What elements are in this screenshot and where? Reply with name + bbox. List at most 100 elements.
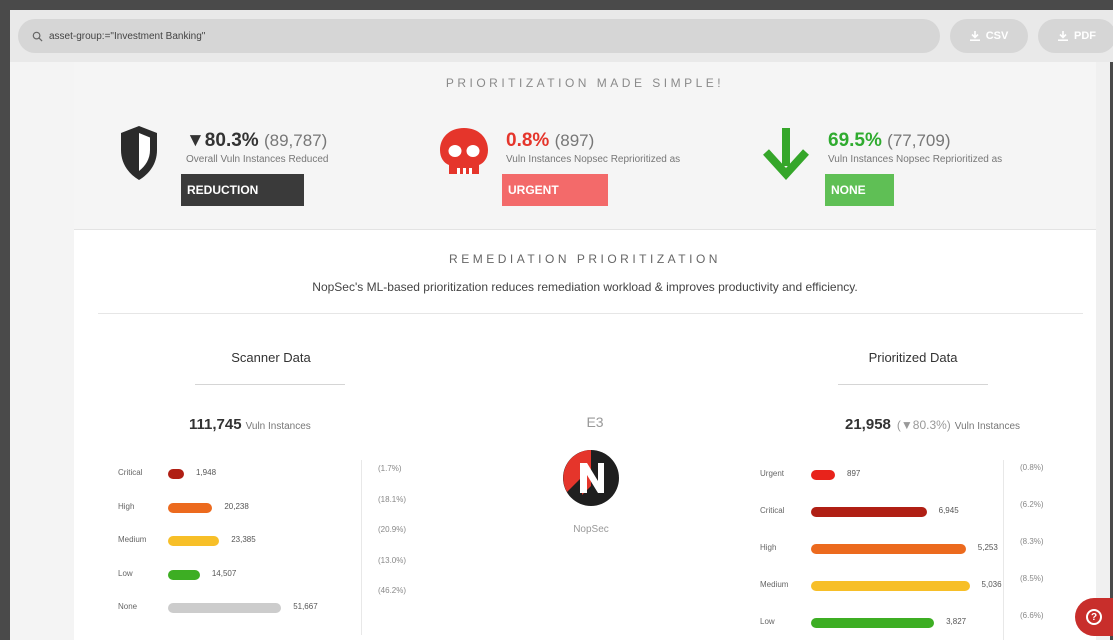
scanner-bar-none [168,603,282,613]
prioritized-bar-high [811,544,966,554]
prioritized-row-value: 5,253 [977,543,998,552]
prioritized-row-medium: Medium 5,036 [760,579,1002,593]
prioritization-title: PRIORITIZATION MADE SIMPLE! [445,76,725,90]
pdf-download-button[interactable]: PDF [1038,19,1113,53]
help-button[interactable]: ? [1075,598,1113,636]
prioritized-row-value: 6,945 [938,506,959,515]
scanner-row-low: Low 14,507 [118,568,358,582]
skull-icon [440,128,488,174]
prioritized-row-pct: (0.8%) [1020,463,1044,472]
urgent-value: 0.8% (897) [506,130,594,152]
scanner-row-none: None 51,667 [118,601,358,615]
reduction-value: ▼80.3% (89,787) [186,130,327,152]
none-desc: Vuln Instances Nopsec Reprioritized as [828,154,1003,165]
nopsec-label: NopSec [573,524,609,535]
scanner-total-unit: Vuln Instances [245,421,311,432]
remediation-subtitle: NopSec's ML-based prioritization reduces… [312,280,858,294]
prioritized-title: Prioritized Data [868,350,958,365]
reduction-pct: ▼80.3% [186,130,259,151]
scanner-title: Scanner Data [231,350,311,365]
reduction-count: (89,787) [263,131,328,150]
scanner-row-medium: Medium 23,385 [118,534,358,548]
scanner-row-value: 1,948 [196,468,217,477]
prioritization-summary: PRIORITIZATION MADE SIMPLE! ▼80.3% (89,7… [74,62,1096,230]
scanner-row-pct: (18.1%) [378,494,407,504]
prioritized-row-pct: (8.3%) [1020,537,1044,546]
prioritized-row-value: 897 [847,469,861,478]
scanner-row-pct: (1.7%) [378,464,402,473]
prioritized-row-high: High 5,253 [760,542,1000,556]
prioritized-total-value: 21,958 [845,416,891,433]
urgent-pct: 0.8% [506,130,550,151]
prioritized-bar-medium [811,581,970,591]
e3-label: E3 [586,414,604,430]
scanner-row-pct: (13.0%) [378,555,407,565]
prioritized-row-label: High [760,543,777,552]
prioritized-title-underline [838,384,988,385]
search-input[interactable]: asset-group:="Investment Banking" [18,19,940,53]
reduction-desc: Overall Vuln Instances Reduced [186,154,329,165]
prioritized-pct-column: (0.8%) (6.2%) (8.3%) (8.5%) (6.6%) [1003,460,1083,640]
report-panel: PRIORITIZATION MADE SIMPLE! ▼80.3% (89,7… [10,62,1110,640]
scanner-row-label: High [118,501,135,511]
question-icon: ? [1086,609,1102,625]
prioritized-bar-critical [811,507,927,517]
none-pct: 69.5% [828,130,882,151]
prioritized-row-value: 3,827 [946,617,967,626]
urgent-tag: URGENT [502,174,608,206]
prioritized-row-pct: (6.2%) [1020,500,1044,509]
none-value: 69.5% (77,709) [828,130,950,152]
scanner-row-value: 14,507 [211,568,237,578]
prioritized-row-label: Urgent [760,469,785,478]
scanner-bar-medium [168,536,220,546]
scanner-row-value: 51,667 [293,602,318,611]
scanner-row-label: Low [118,568,133,578]
search-query: asset-group:="Investment Banking" [49,30,206,42]
none-count: (77,709) [887,131,951,150]
top-toolbar: asset-group:="Investment Banking" CSV PD… [10,10,1113,62]
prioritized-row-label: Critical [760,506,785,515]
left-gutter [10,62,74,640]
none-tag: NONE [825,174,894,206]
scanner-bar-critical [168,469,184,479]
prioritized-total-unit: Vuln Instances [954,421,1021,432]
prioritized-row-critical: Critical 6,945 [760,505,1000,519]
prioritized-row-pct: (8.5%) [1020,574,1044,583]
scanner-bar-low [168,569,200,580]
scrollbar-track[interactable] [1096,62,1110,640]
scanner-row-label: None [118,602,138,611]
csv-label: CSV [985,30,1009,42]
search-icon [32,31,43,42]
down-arrow-icon [763,128,809,180]
scanner-row-value: 20,238 [224,501,249,511]
scanner-total: 111,745 Vuln Instances [189,416,311,433]
prioritized-bar-urgent [811,470,835,480]
scanner-row-label: Critical [118,468,143,477]
scanner-bar-high [168,502,213,513]
scanner-row-label: Medium [118,535,147,544]
prioritized-row-low: Low 3,827 [760,616,1000,630]
pdf-label: PDF [1074,30,1096,42]
urgent-count: (897) [554,131,595,150]
scanner-title-underline [195,384,345,385]
scanner-total-value: 111,745 [189,416,242,433]
prioritized-row-urgent: Urgent 897 [760,468,1000,482]
download-icon [1058,31,1068,41]
scanner-row-pct: (20.9%) [378,525,407,534]
download-icon [969,31,980,41]
scanner-row-pct: (46.2%) [378,586,407,595]
urgent-desc: Vuln Instances Nopsec Reprioritized as [506,154,681,165]
prioritized-row-pct: (6.6%) [1020,611,1044,620]
scanner-row-value: 23,385 [231,535,256,544]
reduction-tag: REDUCTION [181,174,304,206]
prioritized-total: 21,958 (▼80.3%) Vuln Instances [845,416,1020,433]
csv-download-button[interactable]: CSV [950,19,1028,53]
prioritized-row-label: Medium [760,580,789,589]
remediation-title: REMEDIATION PRIORITIZATION [449,252,721,266]
scanner-row-critical: Critical 1,948 [118,467,358,481]
prioritized-row-label: Low [760,617,775,626]
prioritized-change: (▼80.3%) [896,418,951,432]
prioritized-bar-low [811,618,935,628]
prioritized-row-value: 5,036 [981,580,1002,589]
nopsec-logo [563,450,619,506]
